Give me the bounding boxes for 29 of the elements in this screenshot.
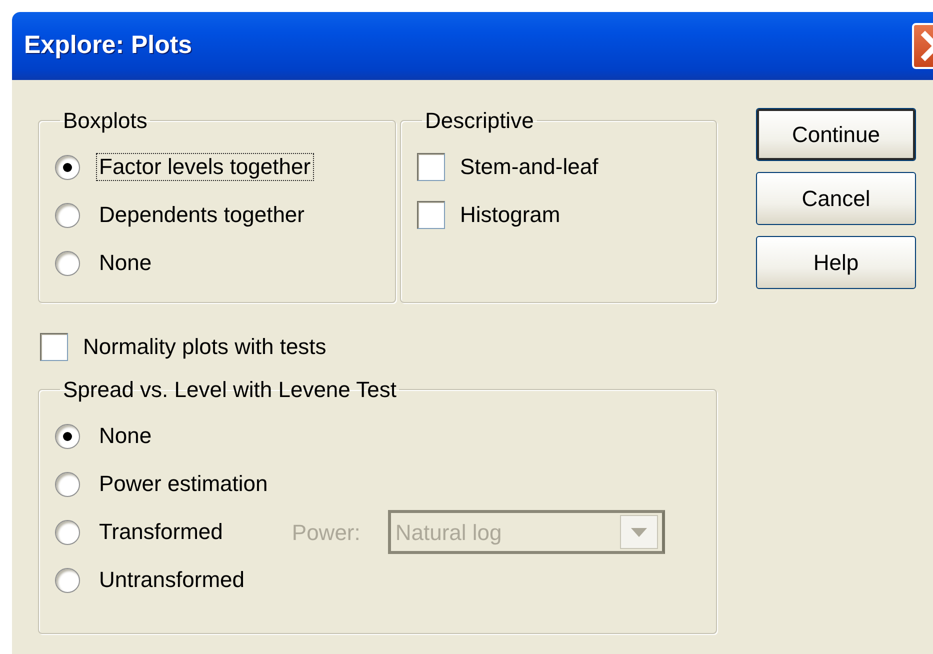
group-title: Descriptive (424, 108, 535, 133)
dialog-button[interactable]: Continue (756, 108, 916, 161)
radio-button[interactable] (55, 424, 80, 448)
dialog-button[interactable]: Cancel (756, 172, 916, 225)
radio-button[interactable] (55, 250, 80, 276)
group-title: Spread vs. Level with Levene Test (62, 377, 398, 402)
option-label: Histogram (459, 201, 562, 229)
option-label: None (98, 249, 153, 277)
dialog-button[interactable]: Help (756, 236, 916, 289)
checkbox[interactable] (417, 201, 445, 229)
option-label: Power estimation (98, 470, 269, 498)
radio-button[interactable] (55, 568, 80, 592)
radio-button[interactable] (55, 472, 80, 496)
option-label: Transformed (98, 518, 224, 546)
option-label: Dependents together (98, 201, 306, 229)
option-label: Stem-and-leaf (459, 153, 600, 181)
option-label: Normality plots with tests (82, 333, 328, 361)
power-label: Power: (292, 518, 360, 546)
dropdown-arrow-icon (631, 528, 648, 536)
option-label: Untransformed (98, 566, 246, 594)
radio-button[interactable] (55, 202, 80, 228)
window-title: Explore: Plots (24, 30, 192, 62)
option-label: Factor levels together (96, 153, 314, 181)
radio-button[interactable] (55, 154, 80, 180)
radio-button[interactable] (55, 520, 80, 544)
group-title: Boxplots (62, 108, 148, 133)
checkbox[interactable] (417, 153, 445, 181)
checkbox[interactable] (40, 333, 68, 361)
option-label: None (98, 422, 153, 450)
